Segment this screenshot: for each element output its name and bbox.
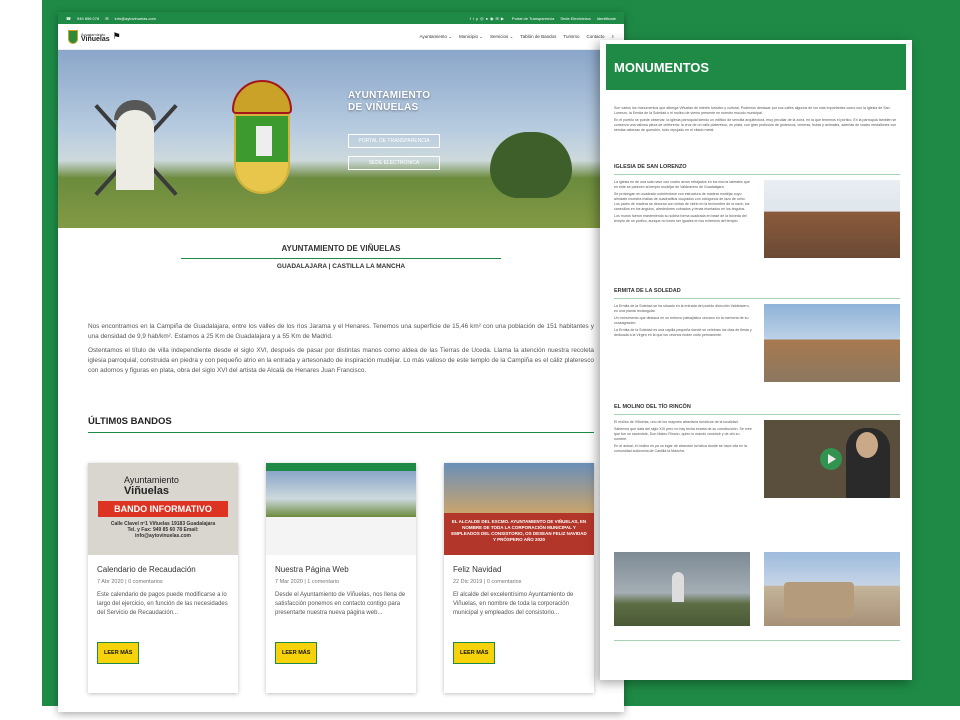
post-thumbnail[interactable]	[266, 463, 416, 555]
post-meta: 22 Dic 2019 | 0 comentarios	[453, 579, 522, 585]
iglesia-photo	[764, 180, 900, 258]
homepage-screenshot: ☎ 949 856 078 ✉ info@aytovinuelas.com ft…	[58, 12, 624, 712]
topbar-link-identificate[interactable]: Identificate	[597, 16, 616, 21]
intro-subtitle: GUADALAJARA | CASTILLA LA MANCHA	[276, 263, 406, 270]
read-more-button[interactable]: LEER MÁS	[453, 642, 496, 664]
topbar-link-transparencia[interactable]: Portal de Transparencia	[512, 16, 554, 21]
monumentos-page-screenshot: MONUMENTOS Son varios los monumentos que…	[600, 40, 912, 680]
monumentos-title: MONUMENTOS	[614, 59, 710, 75]
divider	[88, 432, 594, 433]
main-navbar: Ayuntamiento Viñuelas ⚑ Ayuntamiento ⌄ M…	[58, 24, 624, 50]
post-excerpt: Este calendario de pagos puede modificar…	[97, 592, 228, 616]
instagram-icon[interactable]: ◎	[480, 16, 484, 21]
thumb-logo-name: Viñuelas	[124, 485, 170, 497]
hero-banner: AYUNTAMIENTO DE VIÑUELAS PORTAL DE TRANS…	[58, 50, 624, 228]
gallery-photo-molino[interactable]	[614, 552, 750, 626]
monument-section-molino: EL MOLINO DEL TÍO RINCÓN El molino de Vi…	[614, 404, 900, 498]
post-card[interactable]: Ayuntamiento Viñuelas BANDO INFORMATIVO …	[88, 463, 238, 693]
post-excerpt: El alcalde del excelentísimo Ayuntamient…	[453, 592, 574, 616]
windmill-image	[116, 110, 154, 190]
post-meta: 7 Abr 2020 | 0 comentarios	[97, 579, 163, 585]
bandos-cards: Ayuntamiento Viñuelas BANDO INFORMATIVO …	[88, 463, 594, 693]
phone-icon: ☎	[66, 15, 71, 21]
post-card[interactable]: EL ALCALDE DEL EXCMO. AYUNTAMIENTO DE VI…	[444, 463, 594, 693]
logo-name: Viñuelas	[81, 35, 110, 43]
intro-paragraph: Ostentamos el título de villa independie…	[88, 347, 594, 374]
photo-gallery	[614, 552, 900, 626]
menu-item-tablon[interactable]: Tablón de Bandos	[520, 34, 556, 39]
ermita-photo	[764, 304, 900, 382]
read-more-button[interactable]: LEER MÁS	[275, 642, 318, 664]
pinterest-icon[interactable]: p	[476, 16, 478, 21]
post-title[interactable]: Calendario de Recaudación	[97, 565, 229, 574]
intro-paragraph: Nos encontramos en la Campiña de Guadala…	[88, 323, 594, 340]
whatsapp-icon[interactable]: ◉	[490, 16, 494, 21]
divider	[614, 414, 900, 415]
menu-item-contacto[interactable]: Contacto	[586, 34, 604, 39]
menu-item-turismo[interactable]: Turismo	[563, 34, 579, 39]
gallery-photo-iglesia[interactable]	[764, 552, 900, 626]
coat-of-arms-image	[232, 80, 292, 200]
topbar-link-sede[interactable]: Sede Electrónica	[560, 16, 590, 21]
twitter-icon[interactable]: t	[473, 16, 474, 21]
monumentos-header: MONUMENTOS	[606, 44, 906, 90]
email-icon[interactable]: ✉	[495, 16, 498, 21]
monument-title: ERMITA DE LA SOLEDAD	[614, 288, 681, 294]
read-more-button[interactable]: LEER MÁS	[97, 642, 140, 664]
post-meta: 7 Mar 2020 | 1 comentario	[275, 579, 340, 585]
search-icon[interactable]: ⌕	[611, 34, 614, 39]
divider	[614, 174, 900, 175]
divider	[614, 640, 900, 641]
thumb-banner: BANDO INFORMATIVO	[98, 501, 228, 517]
main-menu: Ayuntamiento ⌄ Municipio ⌄ Servicios ⌄ T…	[420, 34, 614, 40]
flickr-icon[interactable]: ●	[486, 16, 488, 21]
post-thumbnail[interactable]: Ayuntamiento Viñuelas BANDO INFORMATIVO …	[88, 463, 238, 555]
portal-transparencia-button[interactable]: PORTAL DE TRANSPARENCIA	[348, 134, 440, 148]
divider	[181, 258, 501, 259]
molino-video[interactable]	[764, 420, 900, 498]
background-left	[0, 0, 42, 720]
menu-item-municipio[interactable]: Municipio ⌄	[459, 34, 483, 40]
post-title[interactable]: Feliz Navidad	[453, 565, 585, 574]
coat-of-arms-icon	[68, 29, 78, 44]
facebook-icon[interactable]: f	[470, 16, 471, 21]
intro-title: AYUNTAMIENTO DE VIÑUELAS	[281, 244, 401, 253]
menu-item-servicios[interactable]: Servicios ⌄	[490, 34, 513, 40]
thumb-address: Calle Clavel nº1 Viñuelas 19183 Guadalaj…	[110, 521, 216, 539]
monument-section-ermita: ERMITA DE LA SOLEDAD La Ermita de la Sol…	[614, 288, 900, 382]
bandos-section-title: ÚLTIM0S BANDOS	[88, 416, 172, 427]
thumb-logo-small: Ayuntamiento	[124, 475, 179, 485]
post-title[interactable]: Nuestra Página Web	[275, 565, 407, 574]
youtube-icon[interactable]: ▶	[501, 16, 504, 21]
top-bar: ☎ 949 856 078 ✉ info@aytovinuelas.com ft…	[58, 12, 624, 24]
topbar-phone[interactable]: 949 856 078	[77, 16, 99, 21]
post-card[interactable]: Nuestra Página Web 7 Mar 2020 | 1 coment…	[266, 463, 416, 693]
intro-text: Nos encontramos en la Campiña de Guadala…	[58, 322, 624, 376]
play-icon[interactable]	[820, 448, 842, 470]
social-icons: f t p ◎ ● ◉ ✉ ▶	[470, 16, 506, 21]
divider	[614, 298, 900, 299]
tree-image	[490, 132, 572, 198]
topbar-email[interactable]: info@aytovinuelas.com	[115, 16, 156, 21]
monument-title: EL MOLINO DEL TÍO RINCÓN	[614, 404, 691, 410]
monument-section-iglesia: IGLESIA DE SAN LORENZO La iglesia es de …	[614, 164, 900, 258]
thumb-greeting: EL ALCALDE DEL EXCMO. AYUNTAMIENTO DE VI…	[451, 519, 587, 542]
site-logo[interactable]: Ayuntamiento Viñuelas ⚑	[68, 29, 121, 44]
post-thumbnail[interactable]: EL ALCALDE DEL EXCMO. AYUNTAMIENTO DE VI…	[444, 463, 594, 555]
ribbon-icon: ⚑	[112, 31, 121, 41]
mail-icon: ✉	[105, 15, 109, 21]
post-excerpt: Desde el Ayuntamiento de Viñuelas, nos l…	[275, 592, 406, 616]
crown-icon	[232, 80, 292, 114]
monumentos-intro: Son varios los monumentos que alberga Vi…	[614, 106, 897, 132]
sede-electronica-button[interactable]: SEDE ELECTRÓNICA	[348, 156, 440, 170]
menu-item-ayuntamiento[interactable]: Ayuntamiento ⌄	[420, 34, 452, 40]
hero-title: AYUNTAMIENTO DE VIÑUELAS	[348, 90, 431, 113]
monument-title: IGLESIA DE SAN LORENZO	[614, 164, 687, 170]
